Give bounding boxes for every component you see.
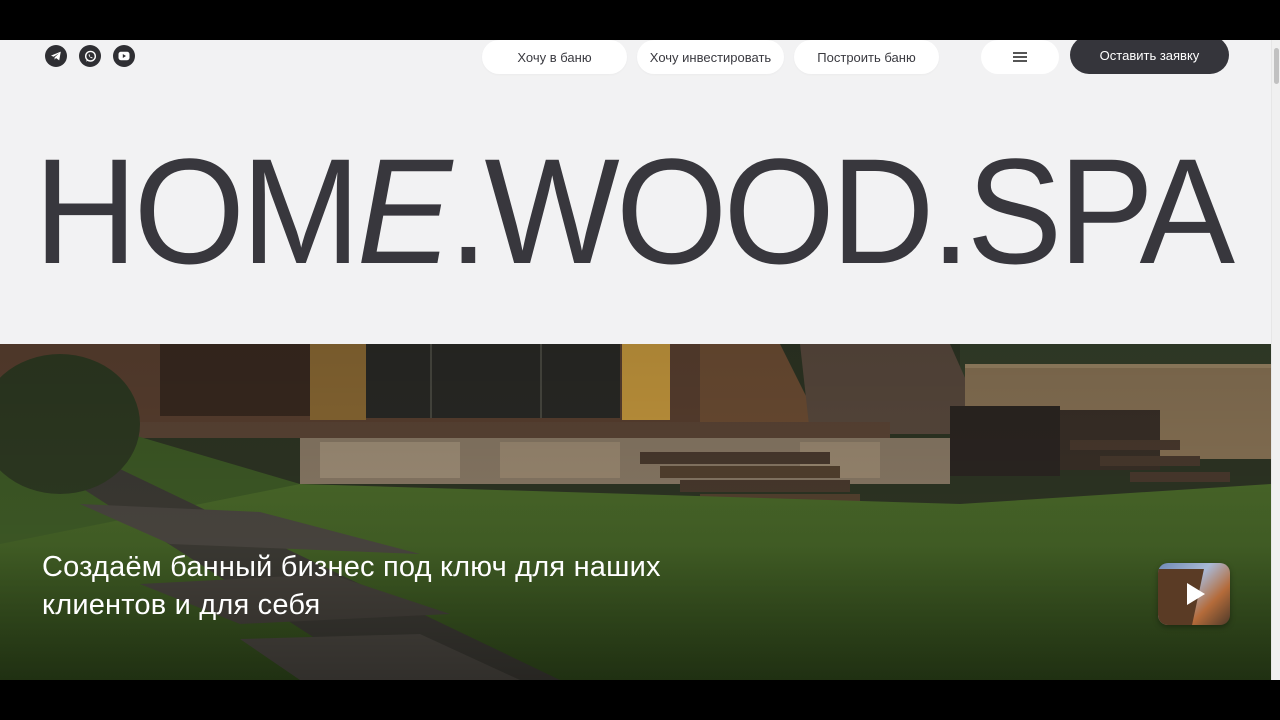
logo-part-e: E [356, 127, 453, 295]
leave-request-button[interactable]: Оставить заявку [1070, 40, 1229, 74]
youtube-icon[interactable] [113, 45, 135, 67]
logo-dot-1: . [448, 127, 488, 295]
social-links [45, 45, 135, 67]
brand-logo: HOM E. WOOD. SPA [34, 127, 1235, 295]
hamburger-icon [1013, 56, 1027, 58]
hero-title: Создаём банный бизнес под ключ для наших… [42, 551, 661, 621]
hero-photo [0, 344, 1271, 680]
whatsapp-icon[interactable] [79, 45, 101, 67]
screen-letterbox-bottom [0, 680, 1280, 720]
logo-dot-2: . [930, 127, 971, 295]
play-icon [1187, 583, 1205, 605]
page-scrollbar[interactable] [1271, 40, 1280, 680]
nav-item-build-bath[interactable]: Построить баню [794, 40, 939, 74]
hero-section: Создаём банный бизнес под ключ для наших… [0, 344, 1271, 680]
logo-part-hom: HOM [34, 127, 361, 295]
telegram-icon[interactable] [45, 45, 67, 67]
video-preview-button[interactable] [1158, 563, 1230, 625]
main-nav: Хочу в баню Хочу инвестировать Построить… [482, 40, 939, 74]
nav-item-invest[interactable]: Хочу инвестировать [637, 40, 784, 74]
scrollbar-thumb[interactable] [1274, 48, 1279, 84]
logo-part-wood: WOOD [484, 127, 934, 295]
screen-letterbox-top [0, 0, 1280, 40]
logo-part-spa: SPA [966, 127, 1235, 295]
nav-item-want-bath[interactable]: Хочу в баню [482, 40, 627, 74]
page: Хочу в баню Хочу инвестировать Построить… [0, 40, 1271, 680]
menu-button[interactable] [981, 40, 1059, 74]
